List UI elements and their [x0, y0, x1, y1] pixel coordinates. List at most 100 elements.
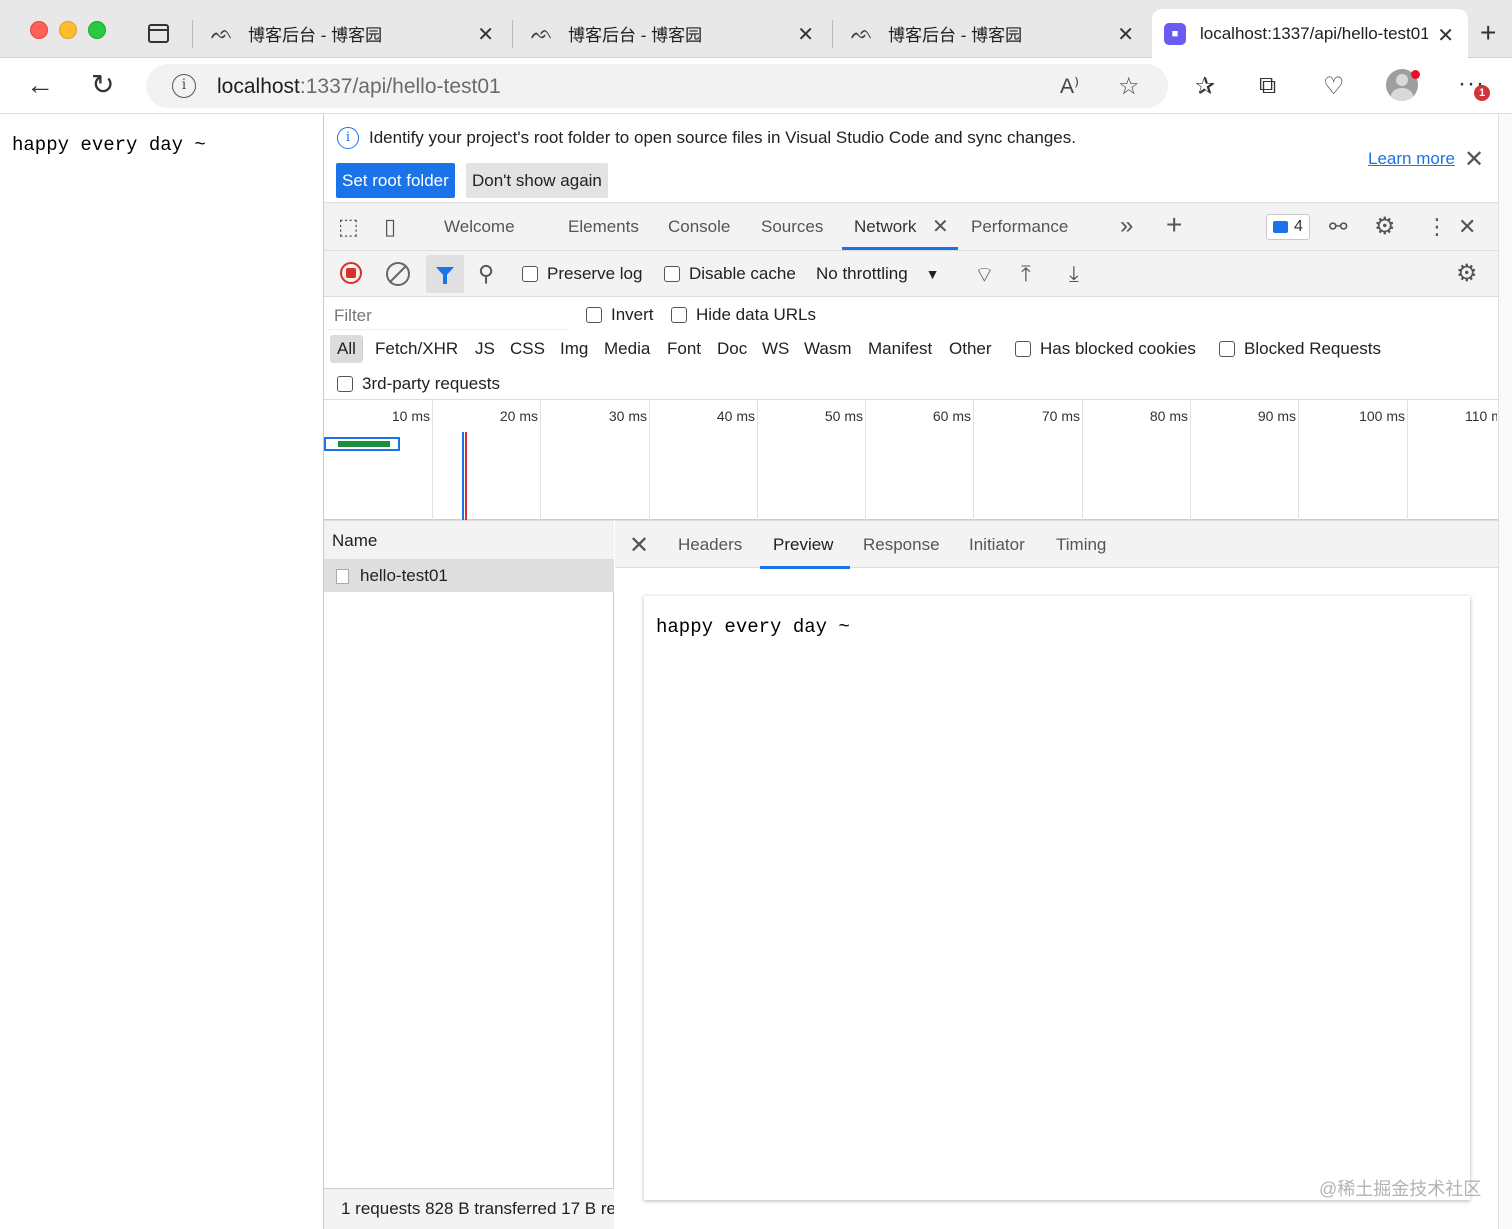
close-icon[interactable]: ✕ — [1117, 22, 1134, 47]
tab-network[interactable]: Network — [854, 217, 916, 237]
tab-headers[interactable]: Headers — [678, 535, 742, 555]
filter-type-img[interactable]: Img — [553, 335, 595, 363]
checkbox[interactable] — [1219, 341, 1235, 357]
close-icon[interactable]: ✕ — [1458, 214, 1476, 240]
tab-preview[interactable]: Preview — [773, 535, 833, 555]
checkbox[interactable] — [337, 376, 353, 392]
filter-type-media[interactable]: Media — [597, 335, 657, 363]
site-info-icon[interactable]: i — [172, 74, 196, 98]
more-tabs-chevron-icon[interactable]: » — [1120, 212, 1133, 240]
tick-label: 90 ms — [1257, 408, 1296, 424]
close-icon[interactable]: ✕ — [932, 214, 949, 239]
new-tab-button[interactable]: + — [1480, 18, 1496, 48]
tab-sources[interactable]: Sources — [761, 217, 823, 237]
close-window-button[interactable] — [30, 21, 48, 39]
tab-performance[interactable]: Performance — [971, 217, 1068, 237]
filter-type-all[interactable]: All — [330, 335, 363, 363]
tab-actions-icon[interactable] — [148, 24, 169, 43]
throttling-select[interactable]: No throttling ▼ — [816, 259, 940, 289]
tab-initiator[interactable]: Initiator — [969, 535, 1025, 555]
minimize-window-button[interactable] — [59, 21, 77, 39]
close-icon[interactable]: ✕ — [629, 531, 649, 560]
set-root-folder-button[interactable]: Set root folder — [336, 163, 455, 198]
invert-checkbox[interactable]: Invert — [586, 305, 654, 325]
browser-tab[interactable]: ᨒ 博客后台 - 博客园 ✕ — [838, 8, 1148, 58]
refresh-icon[interactable]: ↻ — [91, 70, 114, 100]
browser-essentials-icon[interactable]: ♡ — [1323, 72, 1345, 101]
dont-show-again-button[interactable]: Don't show again — [466, 163, 608, 198]
browser-tab[interactable]: ᨒ 博客后台 - 博客园 ✕ — [518, 8, 828, 58]
url-text[interactable]: localhost:1337/api/hello-test01 — [217, 75, 501, 99]
filter-input[interactable] — [328, 302, 568, 330]
request-detail-panel: ✕ Headers Preview Response Initiator Tim… — [615, 520, 1499, 1229]
cnblogs-icon: ᨒ — [530, 22, 554, 43]
close-icon[interactable]: ✕ — [1437, 23, 1454, 48]
devtools-tab-bar: ⬚ ▯ Welcome Elements Console Sources Net… — [324, 203, 1499, 251]
disable-cache-checkbox[interactable]: Disable cache — [664, 264, 796, 284]
clear-button[interactable] — [386, 262, 410, 286]
learn-more-link[interactable]: Learn more — [1368, 149, 1455, 169]
tick-label: 30 ms — [608, 408, 647, 424]
inspect-element-icon[interactable]: ⬚ — [338, 214, 359, 240]
close-icon[interactable]: ✕ — [477, 22, 494, 47]
tab-console[interactable]: Console — [668, 217, 730, 237]
filter-type-js[interactable]: JS — [468, 335, 502, 363]
collections-icon[interactable]: ⧉ — [1259, 72, 1276, 100]
checkbox[interactable] — [522, 266, 538, 282]
preserve-log-checkbox[interactable]: Preserve log — [522, 264, 642, 284]
checkbox[interactable] — [664, 266, 680, 282]
kebab-menu-icon[interactable]: ⋮ — [1426, 214, 1448, 240]
issues-badge[interactable]: 4 — [1266, 214, 1310, 240]
search-icon[interactable]: ⚲ — [478, 261, 494, 287]
browser-tab-active[interactable]: ■ localhost:1337/api/hello-test01 ✕ — [1152, 9, 1468, 59]
add-tab-plus-icon[interactable]: + — [1166, 209, 1182, 241]
checkbox[interactable] — [1015, 341, 1031, 357]
blocked-requests-checkbox[interactable]: Blocked Requests — [1219, 339, 1381, 359]
tick-label: 70 ms — [1041, 408, 1080, 424]
filter-type-css[interactable]: CSS — [503, 335, 552, 363]
tick-label: 20 ms — [499, 408, 538, 424]
filter-type-doc[interactable]: Doc — [710, 335, 754, 363]
favorites-icon[interactable]: ✰ — [1195, 72, 1215, 101]
third-party-requests-checkbox[interactable]: 3rd-party requests — [337, 374, 500, 394]
record-button[interactable] — [340, 262, 362, 284]
export-har-icon[interactable]: ⤓ — [1069, 261, 1079, 287]
import-har-icon[interactable]: ⤒ — [1021, 261, 1031, 287]
column-header-name[interactable]: Name — [324, 520, 614, 560]
read-aloud-icon[interactable]: A⁾ — [1060, 74, 1079, 99]
filter-type-fetch-xhr[interactable]: Fetch/XHR — [368, 335, 465, 363]
filter-toggle-button[interactable] — [426, 255, 464, 293]
filter-type-manifest[interactable]: Manifest — [861, 335, 939, 363]
tab-response[interactable]: Response — [863, 535, 940, 555]
browser-tab[interactable]: ᨒ 博客后台 - 博客园 ✕ — [198, 8, 508, 58]
back-arrow-icon[interactable]: ← — [26, 70, 54, 100]
device-emulation-icon[interactable]: ▯ — [384, 214, 396, 240]
filter-type-ws[interactable]: WS — [755, 335, 796, 363]
close-icon[interactable]: ✕ — [1464, 145, 1484, 174]
maximize-window-button[interactable] — [88, 21, 106, 39]
request-receiving-bar — [338, 441, 390, 447]
address-bar[interactable]: i localhost:1337/api/hello-test01 A⁾ ☆ — [146, 64, 1168, 108]
has-blocked-cookies-checkbox[interactable]: Has blocked cookies — [1015, 339, 1196, 359]
hide-data-urls-checkbox[interactable]: Hide data URLs — [671, 305, 816, 325]
network-overview-timeline[interactable]: 10 ms 20 ms 30 ms 40 ms 50 ms 60 ms 70 m… — [324, 400, 1499, 520]
network-settings-gear-icon[interactable]: ⚙ — [1456, 259, 1478, 288]
filter-type-font[interactable]: Font — [660, 335, 708, 363]
gear-icon[interactable]: ⚙ — [1374, 212, 1396, 241]
table-row[interactable]: hello-test01 — [324, 560, 614, 592]
message-icon — [1273, 221, 1288, 233]
filter-type-other[interactable]: Other — [942, 335, 999, 363]
preview-text: happy every day ~ — [656, 616, 850, 638]
tab-welcome[interactable]: Welcome — [444, 217, 515, 237]
tab-timing[interactable]: Timing — [1056, 535, 1106, 555]
star-icon[interactable]: ☆ — [1118, 72, 1140, 101]
tab-elements[interactable]: Elements — [568, 217, 639, 237]
checkbox[interactable] — [586, 307, 602, 323]
connections-icon[interactable]: ⚯ — [1329, 214, 1347, 240]
tick-label: 40 ms — [716, 408, 755, 424]
close-icon[interactable]: ✕ — [797, 22, 814, 47]
issues-count: 4 — [1294, 218, 1303, 235]
network-conditions-icon[interactable]: ⌔ — [974, 261, 995, 289]
filter-type-wasm[interactable]: Wasm — [797, 335, 859, 363]
checkbox[interactable] — [671, 307, 687, 323]
